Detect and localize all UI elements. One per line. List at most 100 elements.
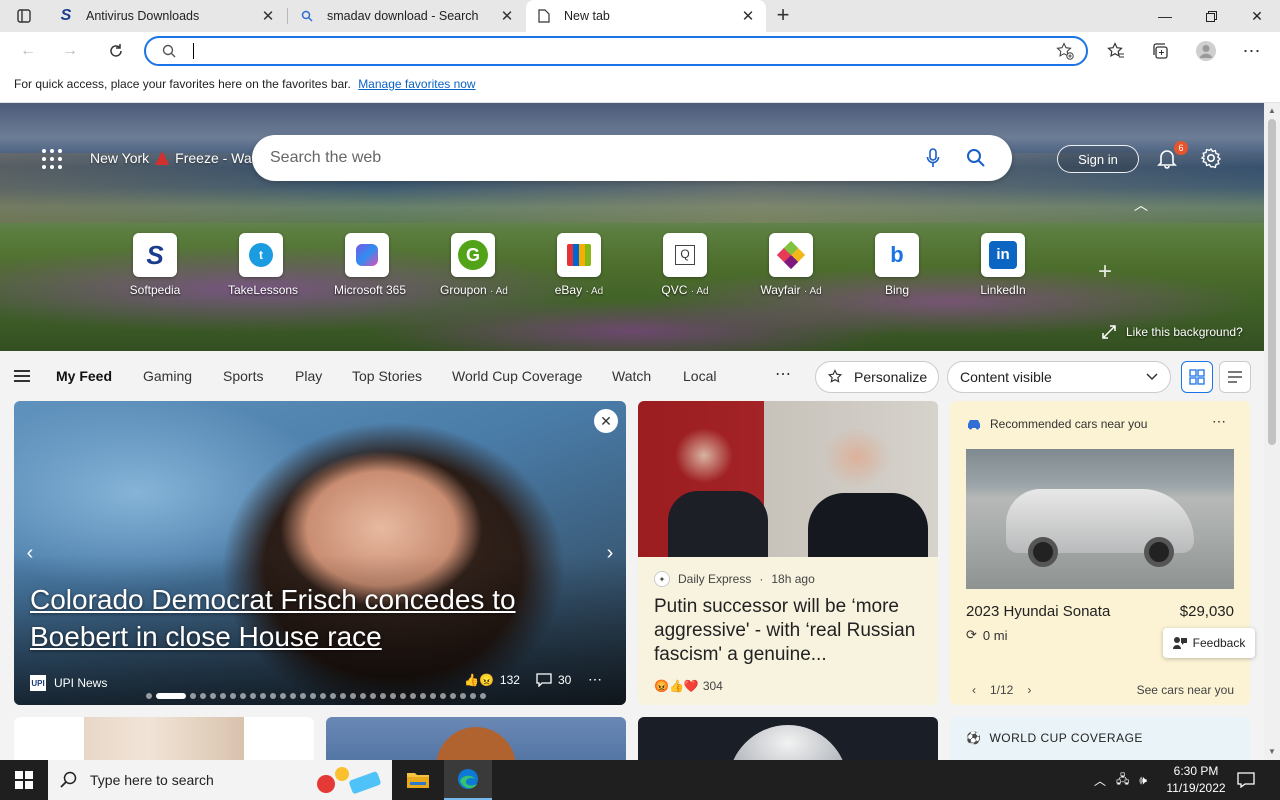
carousel-dot[interactable] xyxy=(280,693,286,699)
feed-tab-gaming[interactable]: Gaming xyxy=(143,368,192,384)
news-card[interactable]: ✦ Daily Express · 18h ago Putin successo… xyxy=(638,401,938,705)
microphone-icon[interactable] xyxy=(922,147,944,169)
web-search-box[interactable]: Search the web xyxy=(252,135,1012,181)
carousel-dot[interactable] xyxy=(420,693,426,699)
close-window-button[interactable]: ✕ xyxy=(1234,0,1280,32)
sign-in-button[interactable]: Sign in xyxy=(1057,145,1139,173)
see-cars-link[interactable]: See cars near you xyxy=(1137,683,1234,697)
quick-link-linkedin[interactable]: in LinkedIn xyxy=(970,233,1036,297)
profile-button[interactable] xyxy=(1192,37,1220,65)
minimize-button[interactable]: — xyxy=(1142,0,1188,32)
volume-icon[interactable]: 🕪 xyxy=(1139,773,1147,788)
feed-tab-world-cup-coverage[interactable]: World Cup Coverage xyxy=(452,368,582,384)
carousel-dot[interactable] xyxy=(440,693,446,699)
carousel-dot[interactable] xyxy=(450,693,456,699)
top-story-carousel[interactable]: ✕ ‹ › Colorado Democrat Frisch concedes … xyxy=(14,401,626,705)
address-input[interactable] xyxy=(194,41,1034,61)
quick-link-qvc[interactable]: Q QVC · Ad xyxy=(652,233,718,297)
carousel-dot[interactable] xyxy=(330,693,336,699)
tab-actions-button[interactable] xyxy=(8,6,40,26)
news-card[interactable] xyxy=(326,717,626,760)
favorites-button[interactable] xyxy=(1102,37,1130,65)
carousel-dot[interactable] xyxy=(200,693,206,699)
scroll-down-arrow-icon[interactable]: ▼ xyxy=(1267,747,1277,757)
feed-tab-play[interactable]: Play xyxy=(295,368,322,384)
feedback-button[interactable]: Feedback xyxy=(1163,628,1255,658)
address-bar[interactable] xyxy=(144,36,1088,66)
refresh-button[interactable] xyxy=(102,37,130,65)
carousel-dot[interactable] xyxy=(460,693,466,699)
action-center-button[interactable] xyxy=(1236,770,1256,790)
forward-button[interactable]: → xyxy=(56,37,84,65)
collections-button[interactable] xyxy=(1146,37,1174,65)
quick-link-wayfair[interactable]: Wayfair · Ad xyxy=(758,233,824,297)
like-background-button[interactable]: Like this background? xyxy=(1102,325,1243,339)
feed-tab-local[interactable]: Local xyxy=(683,368,716,384)
news-title[interactable]: Putin successor will be ‘more aggressive… xyxy=(654,595,924,667)
chevron-up-icon[interactable]: ︿ xyxy=(1094,772,1106,789)
quick-link-groupon[interactable]: G Groupon · Ad xyxy=(440,233,508,297)
reactions-button[interactable]: 👍😠 132 xyxy=(464,673,520,687)
weather-widget[interactable]: New York Freeze - Wa xyxy=(90,150,252,166)
carousel-dot[interactable] xyxy=(410,693,416,699)
carousel-dot[interactable] xyxy=(470,693,476,699)
carousel-dot[interactable] xyxy=(310,693,316,699)
carousel-next-button[interactable]: › xyxy=(596,525,624,581)
close-icon[interactable]: ✕ xyxy=(740,8,756,25)
notifications-button[interactable]: 6 xyxy=(1156,141,1188,169)
carousel-dot[interactable] xyxy=(146,693,152,699)
carousel-dot[interactable] xyxy=(400,693,406,699)
more-options-icon[interactable]: ⋯ xyxy=(588,671,602,688)
personalize-button[interactable]: Personalize xyxy=(815,361,939,393)
list-layout-button[interactable] xyxy=(1219,361,1251,393)
carousel-dot[interactable] xyxy=(360,693,366,699)
news-card[interactable] xyxy=(638,717,938,760)
add-quick-link-button[interactable]: + xyxy=(1098,258,1112,286)
grid-layout-button[interactable] xyxy=(1181,361,1213,393)
edge-taskbar-button[interactable] xyxy=(444,760,492,800)
taskbar-clock[interactable]: 6:30 PM 11/19/2022 xyxy=(1160,763,1232,797)
chevron-left-icon[interactable]: ‹ xyxy=(972,683,976,697)
carousel-dot[interactable] xyxy=(270,693,276,699)
carousel-dot[interactable] xyxy=(210,693,216,699)
close-icon[interactable]: ✕ xyxy=(260,8,276,25)
restore-button[interactable] xyxy=(1188,0,1234,32)
carousel-dot[interactable] xyxy=(480,693,486,699)
carousel-dot[interactable] xyxy=(156,693,186,699)
carousel-dot[interactable] xyxy=(230,693,236,699)
close-icon[interactable]: ✕ xyxy=(594,409,618,433)
tab-antivirus-downloads[interactable]: S Antivirus Downloads ✕ xyxy=(48,0,286,32)
feed-tab-top-stories[interactable]: Top Stories xyxy=(352,368,422,384)
more-options-icon[interactable]: ⋯ xyxy=(1212,413,1226,430)
start-button[interactable] xyxy=(0,760,48,800)
carousel-dot[interactable] xyxy=(320,693,326,699)
carousel-dot[interactable] xyxy=(390,693,396,699)
carousel-prev-button[interactable]: ‹ xyxy=(16,525,44,581)
hamburger-menu-icon[interactable] xyxy=(14,370,30,382)
close-icon[interactable]: ✕ xyxy=(499,8,515,25)
chevron-right-icon[interactable]: › xyxy=(1027,683,1031,697)
settings-menu-button[interactable]: ⋯ xyxy=(1238,37,1266,65)
tab-new-tab[interactable]: New tab ✕ xyxy=(526,0,766,32)
content-visibility-dropdown[interactable]: Content visible xyxy=(947,361,1171,393)
carousel-dot[interactable] xyxy=(260,693,266,699)
quick-link-ebay[interactable]: eBay · Ad xyxy=(546,233,612,297)
recommended-cars-card[interactable]: Recommended cars near you ⋯ 2023 Hyundai… xyxy=(950,401,1250,705)
carousel-dot[interactable] xyxy=(430,693,436,699)
manage-favorites-link[interactable]: Manage favorites now xyxy=(358,77,475,91)
scrollbar-thumb[interactable] xyxy=(1268,119,1276,445)
carousel-dot[interactable] xyxy=(350,693,356,699)
page-scrollbar[interactable]: ▲ ▼ xyxy=(1264,103,1280,760)
carousel-dot[interactable] xyxy=(290,693,296,699)
comments-button[interactable]: 30 xyxy=(536,673,571,687)
world-cup-card[interactable]: ⚽ WORLD CUP COVERAGE xyxy=(950,717,1250,760)
file-explorer-button[interactable] xyxy=(394,760,442,800)
scroll-up-arrow-icon[interactable]: ▲ xyxy=(1267,106,1277,116)
back-button[interactable]: ← xyxy=(14,37,42,65)
carousel-dot[interactable] xyxy=(240,693,246,699)
page-settings-button[interactable] xyxy=(1200,147,1222,169)
taskbar-search[interactable]: Type here to search xyxy=(48,760,392,800)
app-launcher-button[interactable] xyxy=(40,147,64,171)
network-icon[interactable]: 🖧 xyxy=(1116,770,1129,791)
reactions-button[interactable]: 😡👍❤️ 304 xyxy=(654,679,723,693)
